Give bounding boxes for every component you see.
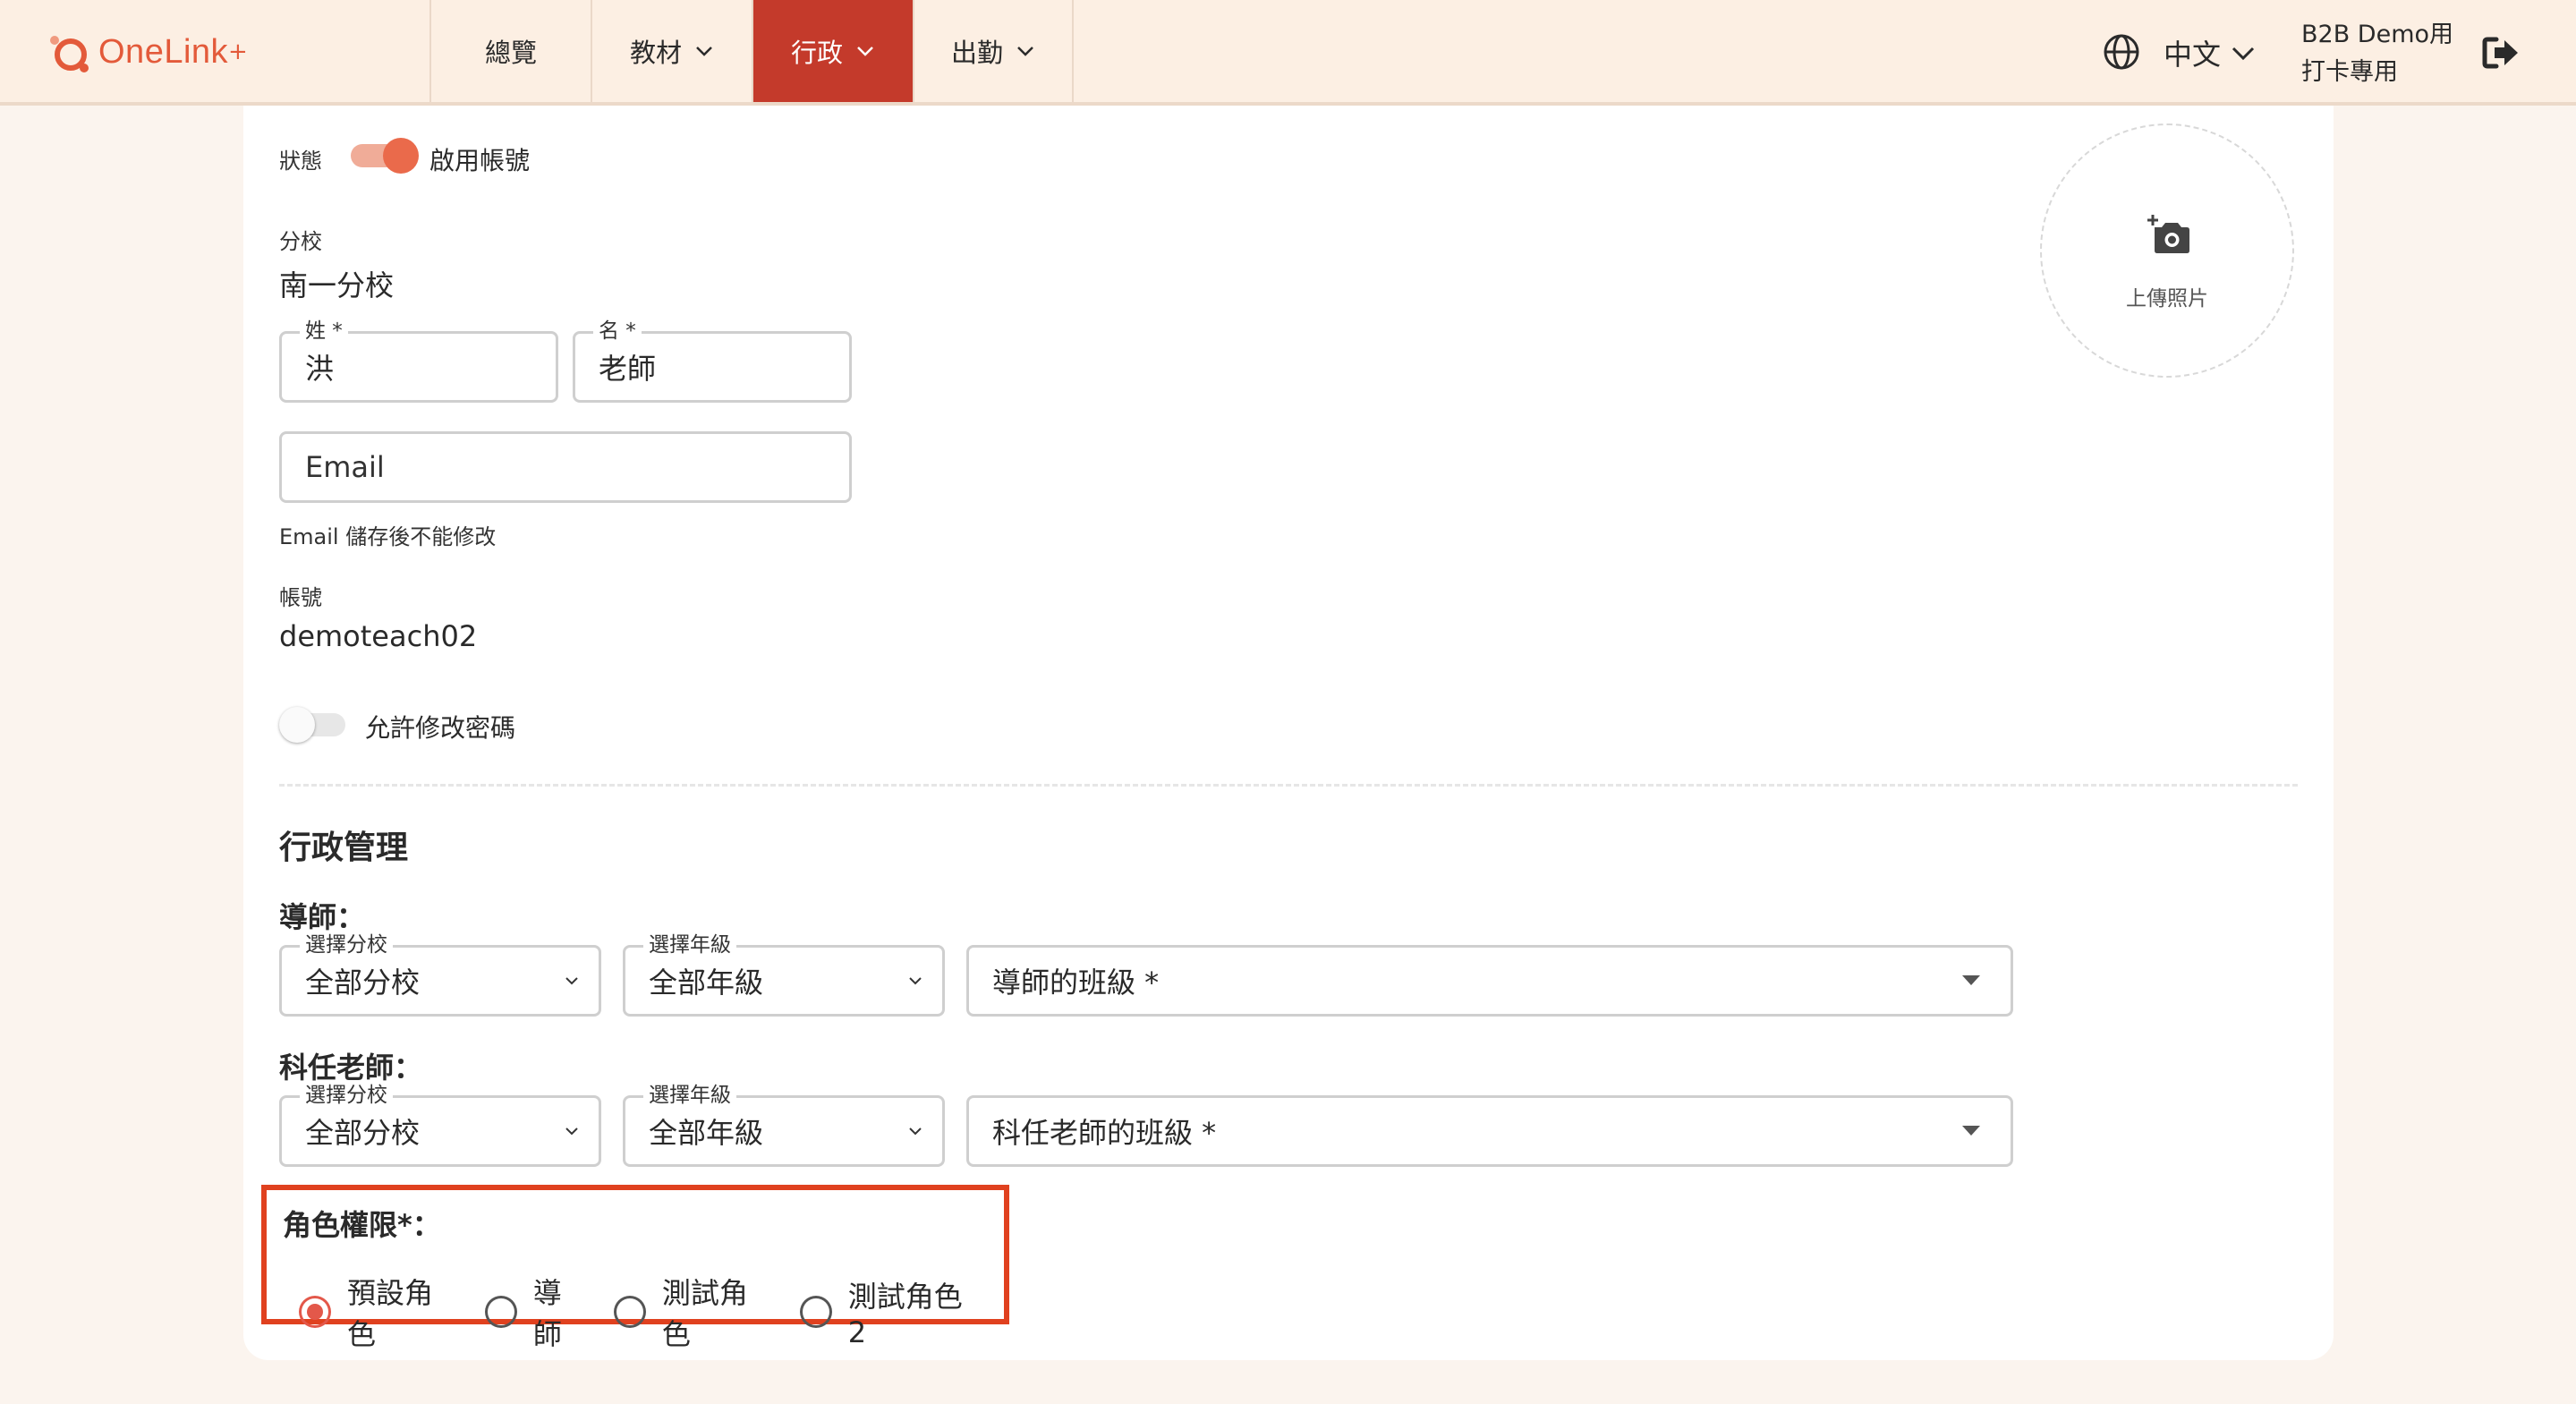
tutor-branch-value: 全部分校 — [305, 966, 421, 1000]
nav-materials-label: 教材 — [629, 38, 682, 68]
roles-title: 角色權限*： — [283, 1208, 441, 1242]
first-name-value: 老師 — [599, 352, 657, 386]
nav-materials[interactable]: 教材 — [591, 0, 752, 102]
teacher-form-card: 狀態 啟用帳號 分校 南一分校 姓 * 洪 名 * 老師 Email Email… — [243, 106, 2334, 1360]
radio-circle — [299, 1296, 331, 1328]
logo-text: OneLink — [98, 32, 229, 71]
tutor-grade-value: 全部年級 — [649, 966, 764, 1000]
tutor-branch-select[interactable]: 選擇分校 全部分校 — [279, 933, 601, 1017]
branch-value: 南一分校 — [279, 268, 395, 302]
tutor-class-placeholder: 導師的班級 * — [992, 966, 1160, 1000]
chevron-down-icon — [909, 977, 922, 985]
roles-radio-group: 預設角色 導師 測試角色 測試角色2 — [299, 1271, 1004, 1353]
role-radio-tutor[interactable]: 導師 — [484, 1271, 591, 1353]
radio-circle — [799, 1296, 832, 1328]
role-label: 測試角色 — [661, 1276, 748, 1351]
email-field[interactable]: Email — [279, 431, 852, 503]
language-label: 中文 — [2164, 38, 2222, 72]
role-label: 預設角色 — [346, 1276, 433, 1351]
account-value: demoteach02 — [279, 619, 478, 653]
globe-icon[interactable] — [2102, 32, 2141, 72]
role-label: 導師 — [532, 1276, 562, 1351]
nav-overview[interactable]: 總覽 — [429, 0, 591, 102]
dropdown-arrow-icon — [1962, 975, 1980, 985]
role-radio-default[interactable]: 預設角色 — [299, 1271, 462, 1353]
user-subtitle: 打卡專用 — [2301, 58, 2398, 86]
nav-admin-label: 行政 — [790, 38, 843, 68]
tutor-title: 導師： — [279, 900, 366, 934]
logo-icon — [50, 36, 89, 72]
nav-attendance[interactable]: 出勤 — [913, 0, 1074, 102]
chevron-down-icon — [696, 47, 712, 56]
admin-section-title: 行政管理 — [279, 830, 409, 866]
branch-label: 分校 — [279, 229, 322, 254]
role-radio-test2[interactable]: 測試角色2 — [799, 1274, 981, 1349]
logout-icon[interactable] — [2480, 32, 2521, 73]
top-header: OneLink + 總覽 教材 行政 出勤 中文 B2B Demo用 打卡專用 — [0, 0, 2576, 106]
chevron-down-icon — [565, 977, 578, 985]
tutor-grade-select[interactable]: 選擇年級 全部年級 — [623, 933, 945, 1017]
toggle-knob — [383, 138, 419, 174]
tutor-class-select[interactable]: 導師的班級 * — [966, 945, 2013, 1017]
add-camera-icon — [2147, 215, 2189, 253]
nav-admin[interactable]: 行政 — [752, 0, 913, 102]
radio-circle — [613, 1296, 646, 1328]
last-name-field[interactable]: 姓 * 洪 — [279, 319, 558, 403]
language-selector[interactable]: 中文 — [2164, 32, 2257, 73]
subject-branch-select[interactable]: 選擇分校 全部分校 — [279, 1084, 601, 1167]
subject-branch-value: 全部分校 — [305, 1116, 421, 1150]
last-name-value: 洪 — [305, 352, 335, 386]
subject-class-select[interactable]: 科任老師的班級 * — [966, 1095, 2013, 1167]
account-label: 帳號 — [279, 585, 322, 610]
role-label: 測試角色2 — [847, 1280, 963, 1349]
section-divider — [279, 784, 2298, 787]
radio-circle — [484, 1296, 517, 1328]
user-info[interactable]: B2B Demo用 打卡專用 — [2301, 16, 2453, 91]
status-label: 狀態 — [279, 149, 322, 174]
upload-photo-label: 上傳照片 — [2126, 287, 2208, 311]
subject-teacher-title: 科任老師： — [279, 1051, 423, 1085]
user-name: B2B Demo用 — [2301, 21, 2454, 48]
onelink-logo[interactable]: OneLink + — [47, 25, 248, 79]
subject-grade-select[interactable]: 選擇年級 全部年級 — [623, 1084, 945, 1167]
chevron-down-icon — [909, 1127, 922, 1136]
status-toggle[interactable] — [347, 138, 419, 174]
role-radio-test[interactable]: 測試角色 — [613, 1271, 777, 1353]
role-permissions-group: 角色權限*： 預設角色 導師 測試角色 測試角色2 — [261, 1185, 1009, 1351]
subject-grade-value: 全部年級 — [649, 1116, 764, 1150]
chevron-down-icon — [1017, 47, 1033, 56]
main-nav: 總覽 教材 行政 出勤 — [429, 0, 1074, 102]
nav-overview-label: 總覽 — [484, 38, 537, 68]
subject-class-placeholder: 科任老師的班級 * — [992, 1116, 1217, 1150]
chevron-down-icon — [857, 47, 873, 56]
status-toggle-label: 啟用帳號 — [429, 146, 531, 175]
email-hint: Email 儲存後不能修改 — [279, 524, 497, 549]
toggle-knob — [279, 707, 315, 743]
logo-plus: + — [228, 38, 248, 65]
chevron-down-icon — [565, 1127, 578, 1136]
allow-password-toggle[interactable] — [279, 707, 349, 743]
dropdown-arrow-icon — [1962, 1126, 1980, 1136]
allow-password-label: 允許修改密碼 — [365, 713, 516, 743]
upload-photo-button[interactable]: 上傳照片 — [2040, 123, 2294, 378]
nav-attendance-label: 出勤 — [950, 38, 1003, 68]
email-placeholder: Email — [305, 450, 385, 484]
chevron-down-icon — [2232, 47, 2255, 61]
first-name-field[interactable]: 名 * 老師 — [573, 319, 852, 403]
